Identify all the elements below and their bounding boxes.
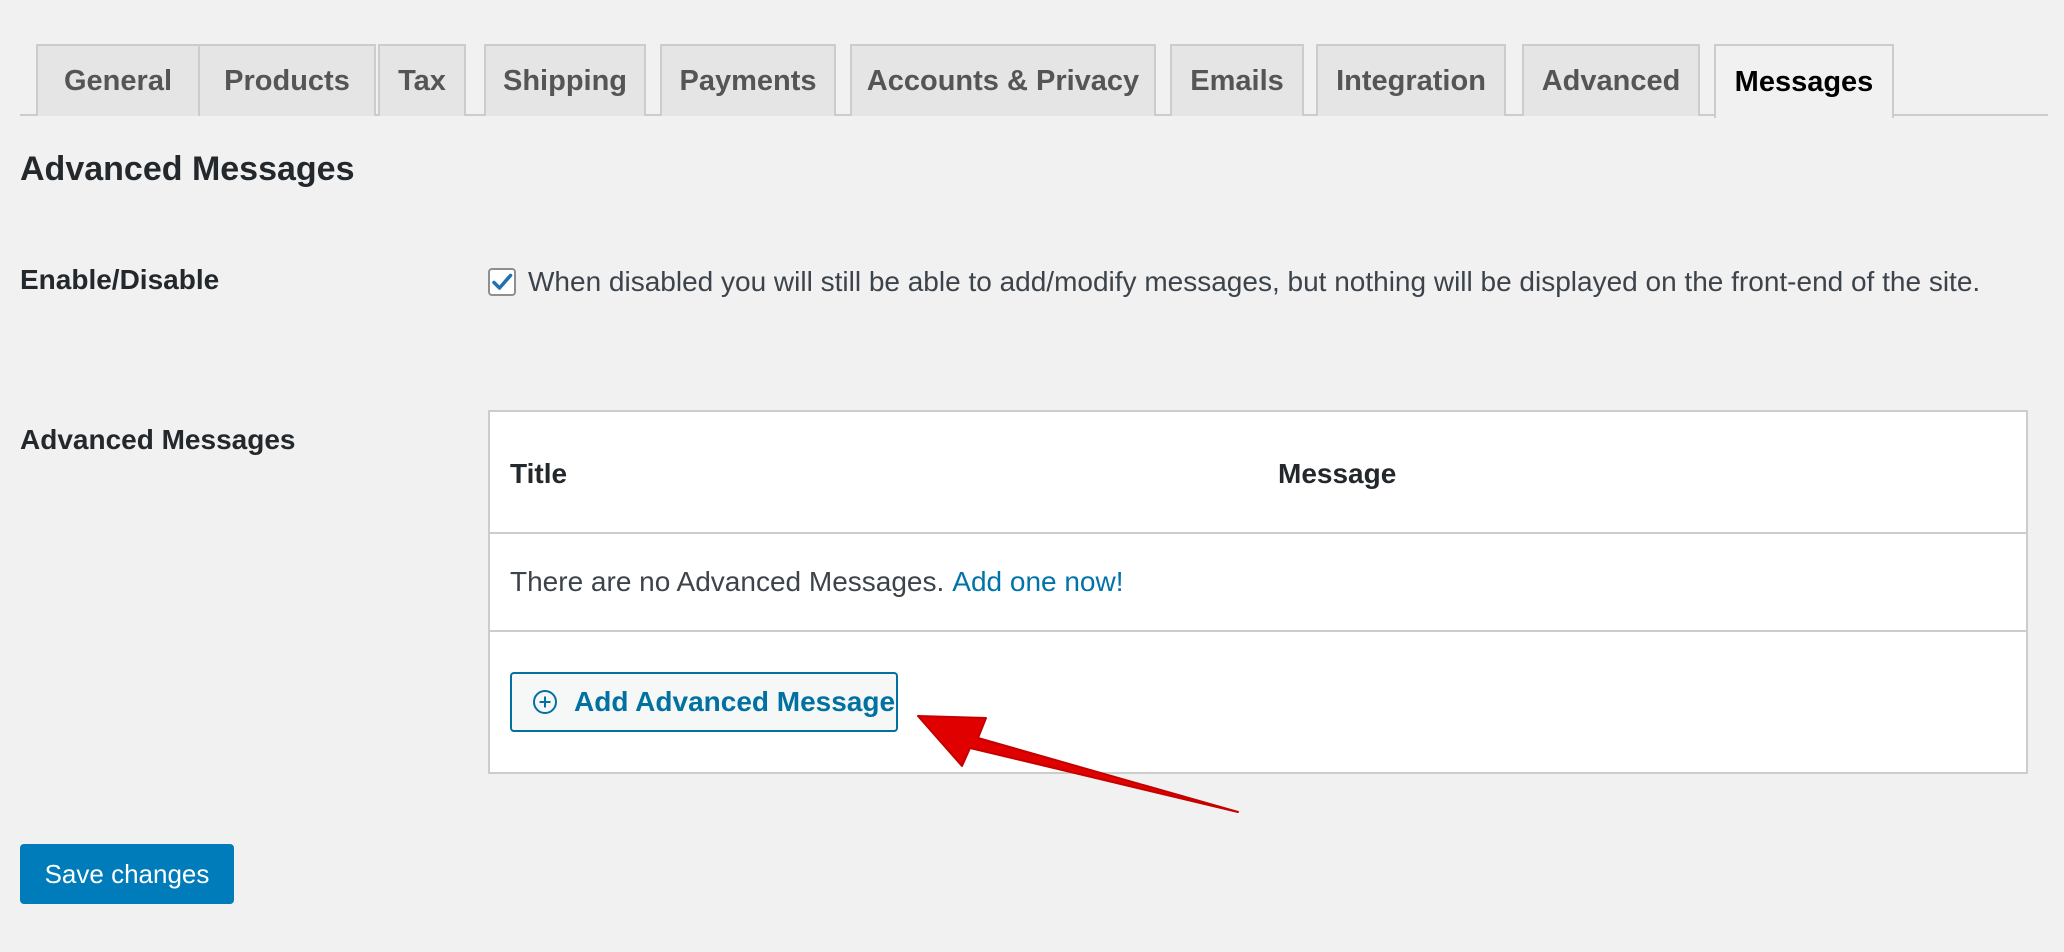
add-advanced-message-label: Add Advanced Message [574,686,896,717]
tab-messages[interactable]: Messages [1714,44,1894,118]
save-changes-button[interactable]: Save changes [20,844,234,904]
plus-circle-icon [533,690,557,714]
page-title: Advanced Messages [20,150,355,188]
enable-description: When disabled you will still be able to … [528,266,1981,297]
tab-tax[interactable]: Tax [378,44,466,116]
add-one-now-link[interactable]: Add one now! [952,566,1123,598]
advanced-messages-label: Advanced Messages [20,424,296,455]
tab-integration[interactable]: Integration [1316,44,1506,116]
tab-payments[interactable]: Payments [660,44,836,116]
tab-advanced[interactable]: Advanced [1522,44,1700,116]
tab-products[interactable]: Products [198,44,376,116]
tab-shipping[interactable]: Shipping [484,44,646,116]
checkmark-icon [492,273,513,290]
enable-disable-field: When disabled you will still be able to … [488,262,2028,301]
empty-state-row: There are no Advanced Messages. Add one … [490,534,2026,632]
settings-tabs: General Products Tax Shipping Payments A… [20,44,2048,118]
column-header-message: Message [1278,458,1397,489]
table-header: Title Message [490,412,2026,534]
enable-disable-label: Enable/Disable [20,264,220,295]
column-header-title: Title [510,458,568,489]
tab-general[interactable]: General [36,44,200,116]
enable-checkbox[interactable] [488,268,516,296]
tab-emails[interactable]: Emails [1170,44,1304,116]
red-arrow-icon [917,715,1239,813]
add-advanced-message-button[interactable]: Add Advanced Message [510,672,898,732]
empty-state-text: There are no Advanced Messages. [510,566,945,597]
tab-accounts-privacy[interactable]: Accounts & Privacy [850,44,1156,116]
